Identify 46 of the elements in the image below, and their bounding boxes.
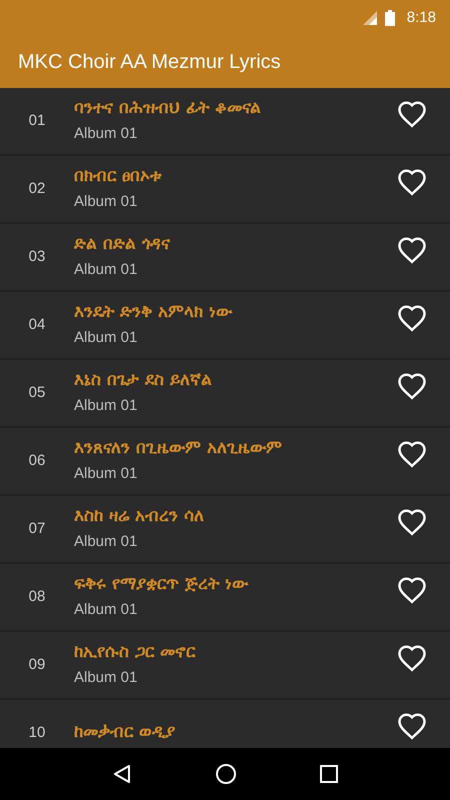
heart-icon[interactable] <box>397 712 427 740</box>
song-number: 04 <box>28 314 46 335</box>
song-title: እኔስ በጌታ ደስ ይለኛል <box>74 370 213 392</box>
song-title: እስከ ዛሬ አብረን ሳለ <box>74 506 205 528</box>
signal-icon <box>362 11 377 25</box>
song-number: 07 <box>28 518 46 539</box>
heart-icon[interactable] <box>397 440 427 468</box>
heart-icon[interactable] <box>397 304 427 332</box>
song-title: በክብር ፀበኦቱ <box>74 166 162 188</box>
battery-icon <box>384 10 395 26</box>
album-label: Album 01 <box>74 669 138 688</box>
album-label: Album 01 <box>74 533 138 552</box>
song-title: እንዴት ድንቅ አምላክ ነው <box>74 302 234 324</box>
song-number: 10 <box>28 722 46 743</box>
album-label: Album 01 <box>74 261 138 280</box>
back-icon[interactable] <box>112 764 132 784</box>
heart-icon[interactable] <box>397 168 427 196</box>
song-number: 08 <box>28 586 46 607</box>
heart-icon[interactable] <box>397 576 427 604</box>
song-title: ከመቃብር ወዲያ <box>74 722 176 744</box>
song-number: 03 <box>28 246 46 267</box>
recents-icon[interactable] <box>320 765 338 783</box>
home-icon[interactable] <box>214 763 237 785</box>
song-number: 01 <box>28 110 46 131</box>
album-label: Album 01 <box>74 601 138 620</box>
song-number: 06 <box>28 450 46 471</box>
song-title: ፍቅሩ የማያቋርጥ ጅረት ነው <box>74 574 250 596</box>
heart-icon[interactable] <box>397 644 427 672</box>
album-label: Album 01 <box>74 125 138 144</box>
song-title: ድል በድል ጎዳና <box>74 234 172 256</box>
album-label: Album 01 <box>74 329 138 348</box>
album-label: Album 01 <box>74 193 138 212</box>
song-number: 09 <box>28 654 46 675</box>
song-title: እንጸናለን በጊዜውም አለጊዜውም <box>74 438 283 460</box>
heart-icon[interactable] <box>397 236 427 264</box>
heart-icon[interactable] <box>397 372 427 400</box>
album-label: Album 01 <box>74 397 138 416</box>
heart-icon[interactable] <box>397 100 427 128</box>
song-number: 05 <box>28 382 46 403</box>
heart-icon[interactable] <box>397 508 427 536</box>
song-number: 02 <box>28 178 46 199</box>
song-title: ከኢየሱስ ጋር መኖር <box>74 642 196 664</box>
album-label: Album 01 <box>74 465 138 484</box>
app-title: MKC Choir AA Mezmur Lyrics <box>18 50 281 75</box>
song-title: ባንተና በሕዝብህ ፊት ቆመናል <box>74 98 262 120</box>
clock-time: 8:18 <box>406 8 436 28</box>
